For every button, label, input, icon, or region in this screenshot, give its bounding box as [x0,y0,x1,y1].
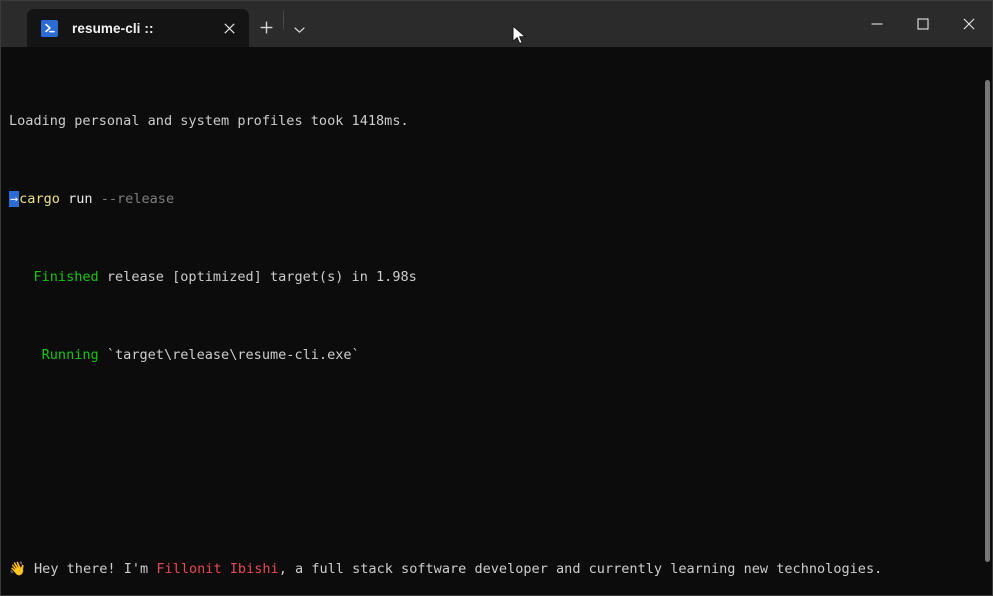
cargo-finished-line: Finished release [optimized] target(s) i… [9,268,992,287]
scrollbar-thumb[interactable] [985,79,990,563]
greeting-line: 👋 Hey there! I'm Fillonit Ibishi, a full… [9,560,992,579]
minimize-button[interactable] [854,1,900,47]
profile-load-line: Loading personal and system profiles too… [9,112,992,131]
chevron-down-icon [293,19,305,38]
cargo-running-text: `target\release\resume-cli.exe` [98,346,360,363]
tab-dropdown-button[interactable] [284,9,314,47]
tab-title: resume-cli :: [72,20,154,36]
cargo-running-line: Running `target\release\resume-cli.exe` [9,346,992,365]
wave-emoji-icon: 👋 [9,560,26,577]
greeting-name: Fillonit Ibishi [156,560,279,577]
tab-resume-cli[interactable]: resume-cli :: [27,9,249,47]
tab-close-icon[interactable] [215,14,243,42]
scrollbar[interactable] [983,47,990,595]
command-program: cargo [19,191,60,208]
maximize-icon [917,18,929,30]
close-button[interactable] [946,1,992,47]
command-line: →cargo run --release [9,190,992,209]
powershell-icon [41,19,58,37]
plus-icon [260,19,273,38]
terminal-output: Loading personal and system profiles too… [1,47,992,595]
minimize-icon [871,18,883,30]
terminal-window: resume-cli :: Loading personal and syste… [0,0,993,596]
command-subcommand: run [59,191,93,208]
greeting-post: , a full stack software developer and cu… [278,560,883,577]
title-bar: resume-cli :: [1,1,992,47]
terminal-viewport[interactable]: Loading personal and system profiles too… [1,47,992,595]
window-controls [854,1,992,47]
new-tab-button[interactable] [249,9,283,47]
cargo-running-label: Running [9,346,99,363]
profile-load-text: Loading personal and system profiles too… [9,113,409,130]
command-flags: --release [92,191,175,208]
greeting-pre: Hey there! I'm [25,560,157,577]
cargo-finished-label: Finished [9,268,99,285]
close-icon [963,18,975,30]
prompt-arrow-icon: → [9,191,20,208]
cargo-finished-text: release [optimized] target(s) in 1.98s [98,268,417,285]
tab-strip: resume-cli :: [1,1,314,47]
maximize-button[interactable] [900,1,946,47]
